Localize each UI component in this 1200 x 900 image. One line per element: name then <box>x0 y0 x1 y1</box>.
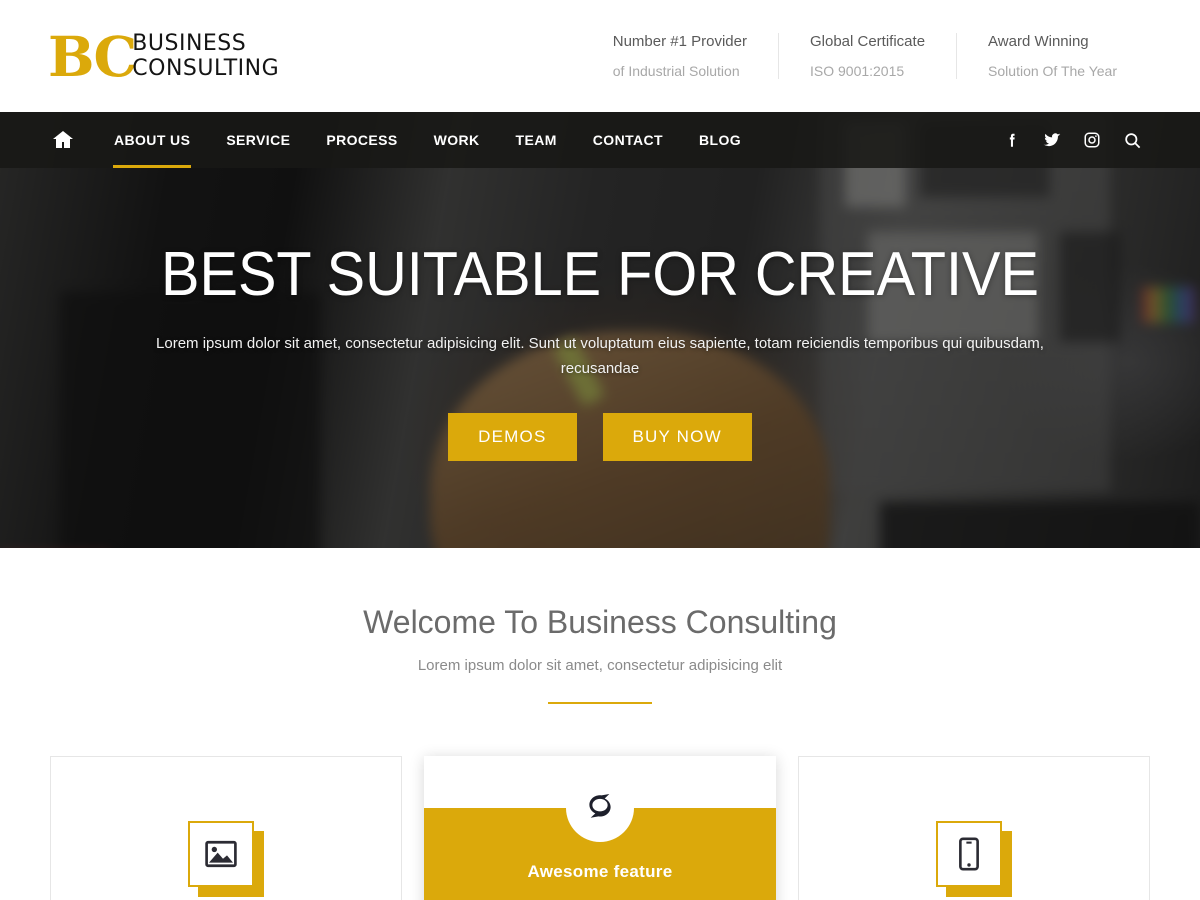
logo[interactable]: BC BUSINESS CONSULTING <box>48 29 279 84</box>
nav-item-about-us[interactable]: ABOUT US <box>96 112 208 168</box>
main-navigation: ABOUT US SERVICE PROCESS WORK TEAM CONTA… <box>0 112 1200 168</box>
circle-arrows-icon <box>565 774 634 842</box>
logo-text: BUSINESS CONSULTING <box>132 32 279 81</box>
header-info-group: Number #1 Provider of Industrial Solutio… <box>582 33 1148 79</box>
nav-item-label: ABOUT US <box>114 132 191 148</box>
nav-item-label: SERVICE <box>226 132 291 148</box>
page-subtitle: Lorem ipsum dolor sit amet, consectetur … <box>417 657 783 674</box>
nav-item-label: TEAM <box>515 132 557 148</box>
header-info-title: Award Winning <box>988 33 1089 50</box>
feature-card-title: Awesome feature <box>527 862 673 881</box>
logo-line-2: CONSULTING <box>132 56 280 81</box>
header-info-title: Global Certificate <box>809 33 926 50</box>
nav-item-label: PROCESS <box>326 132 398 148</box>
site-header: BC BUSINESS CONSULTING Number #1 Provide… <box>0 0 1200 112</box>
icon-stack <box>188 821 264 897</box>
welcome-section: Welcome To Business Consulting Lorem ips… <box>0 548 1200 900</box>
nav-item-label: WORK <box>433 132 480 148</box>
header-info-title: Number #1 Provider <box>612 33 747 50</box>
feature-card-unique-design[interactable]: Unique design <box>50 756 402 900</box>
nav-item-contact[interactable]: CONTACT <box>575 112 681 168</box>
image-icon <box>188 821 254 887</box>
facebook-icon[interactable] <box>992 120 1032 160</box>
feature-card-fully-responsive[interactable]: Fully Responsive <box>797 756 1150 900</box>
hero-content: BEST SUITABLE FOR CREATIVE Lorem ipsum d… <box>0 112 1200 548</box>
nav-links: ABOUT US SERVICE PROCESS WORK TEAM CONTA… <box>48 112 759 168</box>
twitter-icon[interactable] <box>1032 120 1072 160</box>
search-icon[interactable] <box>1112 120 1152 160</box>
nav-item-label: CONTACT <box>592 132 663 148</box>
logo-mark: BC <box>48 23 137 89</box>
hero-subtitle: Lorem ipsum dolor sit amet, consectetur … <box>156 334 1044 377</box>
section-divider <box>548 702 652 704</box>
nav-item-team[interactable]: TEAM <box>498 112 575 168</box>
header-info-item-1: Global Certificate ISO 9001:2015 <box>777 33 956 79</box>
hero-section: ABOUT US SERVICE PROCESS WORK TEAM CONTA… <box>0 112 1200 548</box>
feature-card-list: Unique design Awesome feature Lorem ipsu… <box>0 756 1200 900</box>
logo-line-1: BUSINESS <box>132 31 247 57</box>
nav-item-blog[interactable]: BLOG <box>681 112 759 168</box>
icon-stack <box>935 821 1012 897</box>
hero-buttons: DEMOS BUY NOW <box>448 413 752 462</box>
instagram-icon[interactable] <box>1072 120 1112 160</box>
nav-social-links <box>992 120 1152 160</box>
buy-now-button[interactable]: BUY NOW <box>602 413 752 462</box>
header-info-subtitle: ISO 9001:2015 <box>809 63 905 79</box>
hero-title: BEST SUITABLE FOR CREATIVE <box>161 239 1039 309</box>
demos-button[interactable]: DEMOS <box>448 413 577 462</box>
nav-item-service[interactable]: SERVICE <box>208 112 308 168</box>
header-info-subtitle: of Industrial Solution <box>612 63 740 79</box>
home-icon[interactable] <box>48 125 78 155</box>
nav-item-work[interactable]: WORK <box>416 112 498 168</box>
mobile-icon <box>935 821 1002 887</box>
nav-item-process[interactable]: PROCESS <box>308 112 415 168</box>
page-title: Welcome To Business Consulting <box>363 604 837 640</box>
feature-card-awesome-feature[interactable]: Awesome feature Lorem ipsum dolor sit am… <box>424 756 776 900</box>
header-info-subtitle: Solution Of The Year <box>988 63 1117 79</box>
nav-item-label: BLOG <box>699 132 742 148</box>
header-info-item-2: Award Winning Solution Of The Year <box>956 33 1148 79</box>
header-info-item-0: Number #1 Provider of Industrial Solutio… <box>582 33 778 79</box>
